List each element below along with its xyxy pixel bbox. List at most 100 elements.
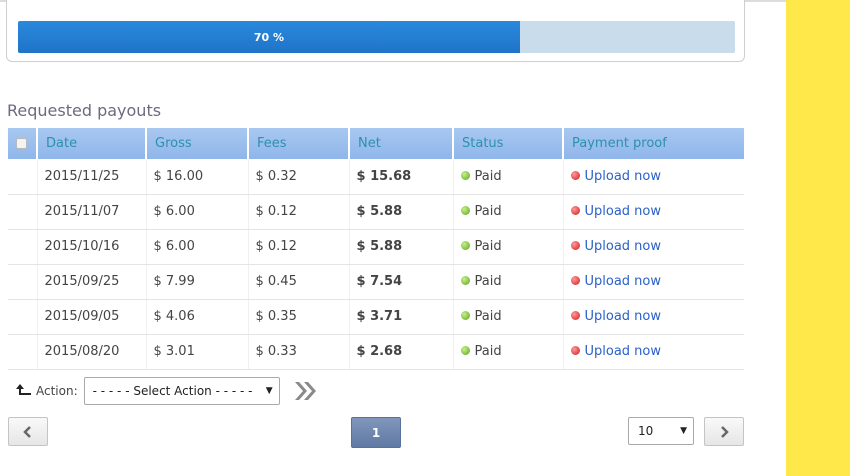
fees-cell: $ 0.45 (248, 264, 350, 300)
fees-cell: $ 0.33 (248, 334, 350, 370)
proof-cell: Upload now (563, 264, 744, 300)
row-select-cell (8, 264, 38, 300)
select-all-checkbox[interactable] (16, 138, 27, 149)
col-date[interactable]: Date (37, 128, 147, 159)
date-cell: 2015/10/16 (37, 229, 147, 265)
status-green-dot-icon (460, 311, 470, 320)
section-title: Requested payouts (7, 101, 162, 120)
proof-red-dot-icon (570, 346, 580, 355)
gross-cell: $ 3.01 (146, 334, 249, 370)
action-select[interactable]: - - - - - Select Action - - - - - ▼ (83, 377, 280, 405)
page-button-current[interactable]: 1 (351, 417, 401, 448)
status-cell: Paid (453, 159, 564, 195)
upload-now-link[interactable]: Upload now (585, 274, 662, 289)
table-row: 2015/11/07 $ 6.00 $ 0.12 $ 5.88 Paid Upl… (8, 194, 744, 230)
upload-now-link[interactable]: Upload now (585, 204, 662, 219)
status-cell: Paid (453, 264, 564, 300)
fees-cell: $ 0.32 (248, 159, 350, 195)
status-cell: Paid (453, 229, 564, 265)
proof-red-dot-icon (570, 170, 580, 180)
dropdown-triangle-icon: ▼ (265, 386, 273, 396)
corner-arrow-up-icon (16, 384, 31, 395)
per-page-value: 10 (638, 424, 654, 438)
upload-now-link[interactable]: Upload now (585, 169, 662, 184)
action-select-value: - - - - - Select Action - - - - - (92, 384, 253, 398)
proof-red-dot-icon (570, 206, 580, 215)
gross-cell: $ 6.00 (146, 229, 249, 265)
table-row: 2015/08/20 $ 3.01 $ 0.33 $ 2.68 Paid Upl… (8, 334, 744, 370)
fees-cell: $ 0.35 (248, 299, 350, 335)
dropdown-triangle-icon: ▼ (680, 426, 687, 436)
select-all-cell (8, 128, 38, 159)
status-green-dot-icon (460, 206, 470, 215)
upload-now-link[interactable]: Upload now (585, 239, 662, 254)
per-page-select[interactable]: 10 ▼ (628, 417, 694, 445)
progress-card: 70 % (6, 0, 745, 62)
gross-cell: $ 6.00 (146, 194, 249, 230)
row-select-cell (8, 194, 38, 230)
side-panel (786, 0, 850, 476)
bulk-action-bar: Action: - - - - - Select Action - - - - … (15, 376, 319, 406)
table-row: 2015/09/25 $ 7.99 $ 0.45 $ 7.54 Paid Upl… (8, 264, 744, 300)
status-cell: Paid (453, 334, 564, 370)
proof-cell: Upload now (563, 334, 744, 370)
net-cell: $ 5.88 (349, 194, 454, 230)
proof-cell: Upload now (563, 159, 744, 195)
proof-red-dot-icon (570, 241, 580, 250)
status-green-dot-icon (460, 241, 470, 250)
double-chevron-right-icon[interactable] (293, 380, 319, 402)
chevron-right-icon (721, 425, 729, 438)
progress-bar: 70 % (18, 21, 735, 53)
upload-now-link[interactable]: Upload now (585, 344, 662, 359)
row-select-cell (8, 334, 38, 370)
net-cell: $ 3.71 (349, 299, 454, 335)
action-label: Action: (36, 384, 78, 398)
status-text: Paid (474, 344, 502, 359)
next-page-button[interactable] (704, 417, 744, 446)
progress-fill: 70 % (18, 21, 520, 53)
table-row: 2015/11/25 $ 16.00 $ 0.32 $ 15.68 Paid U… (8, 159, 744, 195)
table-header-row: Date Gross Fees Net Status Payment proof (8, 128, 744, 159)
net-cell: $ 7.54 (349, 264, 454, 300)
col-fees[interactable]: Fees (248, 128, 350, 159)
col-gross[interactable]: Gross (146, 128, 249, 159)
status-text: Paid (474, 204, 502, 219)
status-text: Paid (474, 309, 502, 324)
table-row: 2015/10/16 $ 6.00 $ 0.12 $ 5.88 Paid Upl… (8, 229, 744, 265)
net-cell: $ 2.68 (349, 334, 454, 370)
status-green-dot-icon (460, 170, 470, 180)
col-status[interactable]: Status (453, 128, 564, 159)
status-text: Paid (474, 274, 502, 289)
net-cell: $ 5.88 (349, 229, 454, 265)
progress-label: 70 % (253, 30, 285, 44)
gross-cell: $ 4.06 (146, 299, 249, 335)
row-select-cell (8, 159, 38, 195)
row-select-cell (8, 299, 38, 335)
date-cell: 2015/11/07 (37, 194, 147, 230)
proof-cell: Upload now (563, 194, 744, 230)
status-green-dot-icon (460, 346, 470, 355)
col-net[interactable]: Net (349, 128, 454, 159)
proof-cell: Upload now (563, 299, 744, 335)
payouts-table: Date Gross Fees Net Status Payment proof… (8, 128, 744, 370)
fees-cell: $ 0.12 (248, 194, 350, 230)
row-select-cell (8, 229, 38, 265)
chevron-left-icon (23, 425, 31, 438)
proof-red-dot-icon (570, 276, 580, 285)
date-cell: 2015/09/05 (37, 299, 147, 335)
fees-cell: $ 0.12 (248, 229, 350, 265)
status-text: Paid (474, 168, 502, 184)
date-cell: 2015/11/25 (37, 159, 147, 195)
gross-cell: $ 16.00 (146, 159, 249, 195)
status-cell: Paid (453, 299, 564, 335)
date-cell: 2015/08/20 (37, 334, 147, 370)
proof-cell: Upload now (563, 229, 744, 265)
status-green-dot-icon (460, 276, 470, 285)
status-text: Paid (474, 239, 502, 254)
gross-cell: $ 7.99 (146, 264, 249, 300)
upload-now-link[interactable]: Upload now (585, 309, 662, 324)
proof-red-dot-icon (570, 311, 580, 320)
col-payment-proof[interactable]: Payment proof (563, 128, 744, 159)
net-cell: $ 15.68 (349, 159, 454, 195)
prev-page-button[interactable] (8, 417, 48, 446)
